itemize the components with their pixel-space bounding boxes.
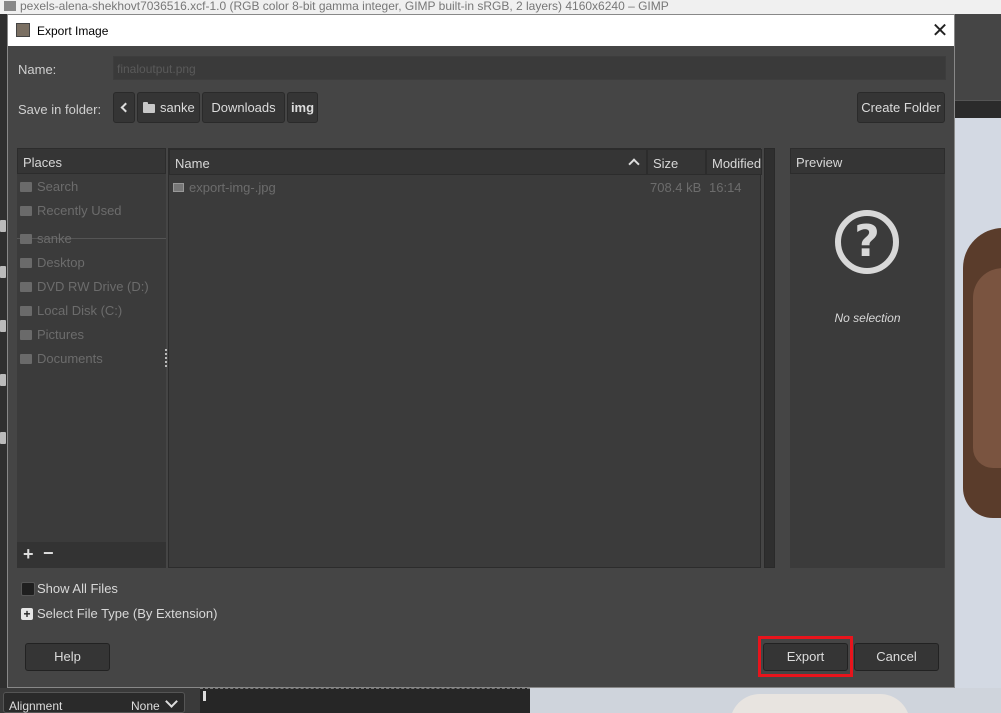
gimp-toolbox-edge xyxy=(0,14,7,713)
gimp-app-icon xyxy=(16,23,30,37)
toolbox-glyph xyxy=(0,432,6,444)
alignment-select[interactable]: Alignment None xyxy=(3,692,185,713)
dialog-title: Export Image xyxy=(37,24,109,38)
help-button[interactable]: Help xyxy=(25,643,110,671)
dialog-titlebar: Export Image ✕ xyxy=(8,15,954,46)
canvas-image xyxy=(955,118,1001,713)
folder-icon xyxy=(20,354,32,364)
preview-header: Preview xyxy=(790,148,945,174)
alignment-label: Alignment xyxy=(9,699,63,713)
column-label: Name xyxy=(175,156,210,171)
select-file-type-label: Select File Type (By Extension) xyxy=(37,606,218,621)
folder-icon xyxy=(20,258,32,268)
canvas-image-bottom xyxy=(530,688,1001,713)
gimp-canvas-edge xyxy=(955,14,1001,713)
breadcrumb-label: img xyxy=(290,100,315,115)
file-list: Name Size Modified export-img-.jpg 708.4… xyxy=(168,148,762,568)
add-bookmark-button[interactable]: + xyxy=(23,544,34,565)
breadcrumb-back-button[interactable] xyxy=(113,92,135,123)
chevron-left-icon xyxy=(120,102,131,113)
places-header: Places xyxy=(17,148,166,174)
close-icon[interactable]: ✕ xyxy=(929,19,951,41)
show-all-files-checkbox[interactable] xyxy=(21,582,35,596)
column-header-name[interactable]: Name xyxy=(169,149,647,175)
show-all-files-label: Show All Files xyxy=(37,581,118,596)
canvas-cursor xyxy=(203,691,206,701)
folder-icon xyxy=(20,330,32,340)
toolbox-glyph xyxy=(0,320,6,332)
help-circle-icon: ? xyxy=(835,210,899,274)
place-label: DVD RW Drive (D:) xyxy=(37,279,149,294)
place-label: Pictures xyxy=(37,327,84,342)
gimp-app-icon xyxy=(4,1,16,11)
breadcrumb-label: Downloads xyxy=(211,100,276,115)
export-highlight-box xyxy=(758,636,853,677)
places-footer: + − xyxy=(17,542,166,568)
folder-icon xyxy=(143,102,155,113)
place-dvd-drive[interactable]: DVD RW Drive (D:) xyxy=(17,275,166,299)
file-name: export-img-.jpg xyxy=(189,180,276,195)
cancel-button[interactable]: Cancel xyxy=(854,643,939,671)
preview-pane: Preview ? No selection xyxy=(790,148,945,568)
image-file-icon xyxy=(173,183,184,192)
place-search[interactable]: Search xyxy=(17,175,166,199)
column-label: Size xyxy=(653,156,679,171)
place-label: Desktop xyxy=(37,255,85,270)
place-sanke[interactable]: sanke xyxy=(17,227,166,251)
expand-plus-icon: + xyxy=(21,608,33,620)
toolbox-glyph xyxy=(0,220,6,232)
place-pictures[interactable]: Pictures xyxy=(17,323,166,347)
canvas-area xyxy=(200,688,530,713)
alignment-value: None xyxy=(131,699,160,713)
create-folder-button[interactable]: Create Folder xyxy=(857,92,945,123)
export-image-dialog: Export Image ✕ Name: finaloutput.png Sav… xyxy=(7,14,955,688)
toolbox-glyph xyxy=(0,266,6,278)
remove-bookmark-button[interactable]: − xyxy=(43,543,54,564)
place-documents[interactable]: Documents xyxy=(17,347,166,371)
no-selection-text: No selection xyxy=(834,311,901,325)
name-label: Name: xyxy=(18,62,57,77)
gimp-window-titlebar: pexels-alena-shekhovt7036516.xcf-1.0 (RG… xyxy=(0,0,1001,14)
place-label: Local Disk (C:) xyxy=(37,303,123,318)
breadcrumb-sanke[interactable]: sanke xyxy=(137,92,200,123)
file-list-scrollbar[interactable] xyxy=(764,148,775,568)
recent-icon xyxy=(20,206,32,216)
column-header-size[interactable]: Size xyxy=(647,149,706,175)
chevron-down-icon xyxy=(165,695,178,708)
folder-icon xyxy=(20,234,32,244)
places-pane: Places Search Recently Used sanke Deskto… xyxy=(17,148,166,568)
sort-ascending-icon xyxy=(628,158,640,170)
gimp-window-title: pexels-alena-shekhovt7036516.xcf-1.0 (RG… xyxy=(20,0,669,13)
place-label: Search xyxy=(37,179,79,194)
place-desktop[interactable]: Desktop xyxy=(17,251,166,275)
toolbox-glyph xyxy=(0,374,6,386)
pane-splitter-handle[interactable] xyxy=(165,349,167,367)
file-row[interactable]: export-img-.jpg 708.4 kB 16:14 xyxy=(169,176,762,200)
image-shoulder xyxy=(730,694,910,713)
place-label: Recently Used xyxy=(37,203,122,218)
image-hair-highlight xyxy=(973,268,1001,468)
optical-drive-icon xyxy=(20,282,32,292)
search-icon xyxy=(20,182,32,192)
column-label: Modified xyxy=(712,156,762,171)
breadcrumb-img[interactable]: img xyxy=(287,92,318,123)
disk-icon xyxy=(20,306,32,316)
file-size: 708.4 kB xyxy=(650,180,702,195)
column-header-modified[interactable]: Modified xyxy=(706,149,762,175)
place-local-disk[interactable]: Local Disk (C:) xyxy=(17,299,166,323)
filename-input[interactable]: finaloutput.png xyxy=(113,56,946,80)
file-modified: 16:14 xyxy=(709,180,742,195)
place-label: Documents xyxy=(37,351,103,366)
breadcrumb-label: sanke xyxy=(160,100,195,115)
canvas-ruler xyxy=(955,100,1001,118)
save-in-folder-label: Save in folder: xyxy=(18,102,102,117)
place-label: sanke xyxy=(37,231,72,246)
breadcrumb-downloads[interactable]: Downloads xyxy=(202,92,285,123)
place-recently-used[interactable]: Recently Used xyxy=(17,199,166,223)
